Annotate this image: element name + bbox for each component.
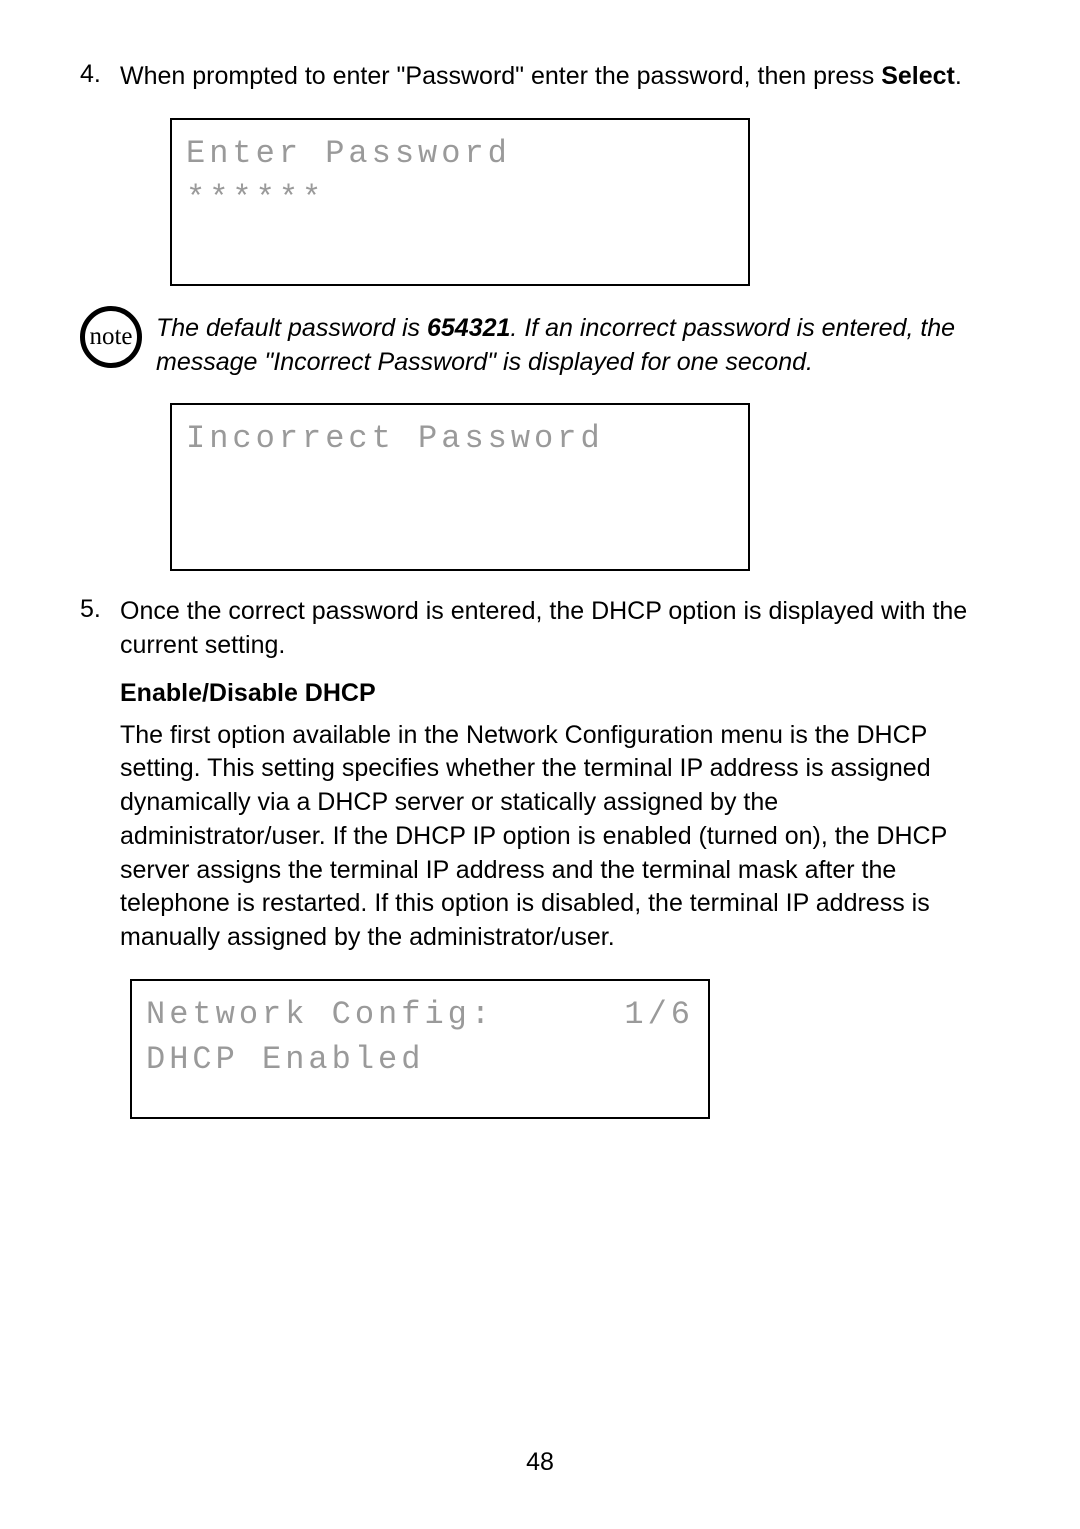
- lcd-block-2-wrap: Incorrect Password: [120, 403, 987, 571]
- note-row: note The default password is 654321. If …: [80, 310, 987, 380]
- lcd-network-config: Network Config: 1/6 DHCP Enabled: [130, 979, 710, 1119]
- note-icon-label: note: [89, 323, 132, 351]
- lcd-line-left: Network Config:: [146, 993, 494, 1038]
- lcd-row: Network Config: 1/6: [146, 993, 694, 1038]
- lcd-incorrect-password: Incorrect Password: [170, 403, 750, 571]
- step-body: When prompted to enter "Password" enter …: [120, 60, 987, 94]
- step-number: 4.: [80, 60, 120, 94]
- page-number: 48: [0, 1448, 1080, 1477]
- lcd-enter-password: Enter Password ******: [170, 118, 750, 286]
- lcd-line-right: 1/6: [624, 993, 694, 1038]
- note-text: The default password is 654321. If an in…: [156, 310, 987, 380]
- step-4: 4. When prompted to enter "Password" ent…: [80, 60, 987, 94]
- step-body: Once the correct password is entered, th…: [120, 595, 987, 1143]
- note-icon: note: [80, 306, 142, 368]
- lcd-line: DHCP Enabled: [146, 1038, 694, 1083]
- step-number: 5.: [80, 595, 120, 1143]
- step4-text-suffix: .: [955, 62, 962, 90]
- step5-text: Once the correct password is entered, th…: [120, 597, 967, 659]
- dhcp-paragraph: The first option available in the Networ…: [120, 719, 987, 955]
- lcd-line: Incorrect Password: [186, 417, 734, 462]
- default-password: 654321: [427, 314, 510, 342]
- step-5: 5. Once the correct password is entered,…: [80, 595, 987, 1143]
- lcd-line: ******: [186, 177, 734, 222]
- step4-text-prefix: When prompted to enter "Password" enter …: [120, 62, 881, 90]
- section-heading: Enable/Disable DHCP: [120, 677, 987, 711]
- select-label: Select: [881, 62, 955, 90]
- lcd-block-1-wrap: Enter Password ******: [120, 118, 987, 286]
- note-prefix: The default password is: [156, 314, 427, 342]
- lcd-line: Enter Password: [186, 132, 734, 177]
